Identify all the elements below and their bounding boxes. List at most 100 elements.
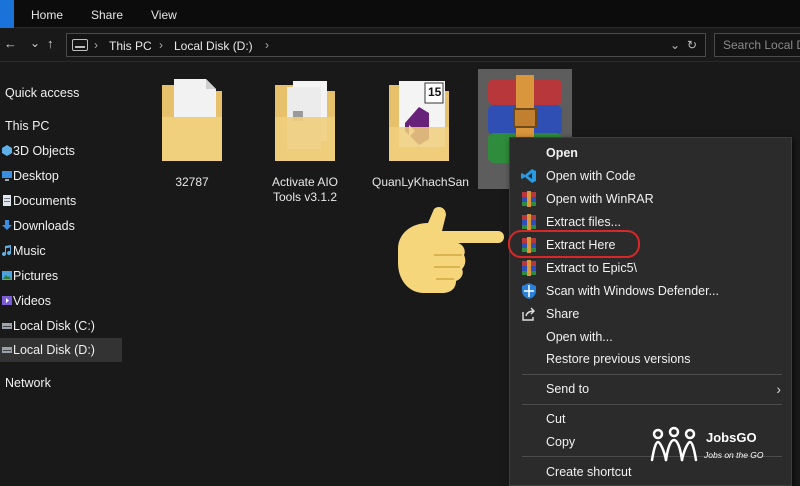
downloads-icon (2, 220, 12, 230)
sidebar-item-label: Videos (13, 294, 51, 308)
sidebar-item-label: Music (13, 244, 46, 258)
breadcrumb-local-disk-d[interactable]: Local Disk (D:) (174, 39, 253, 53)
sidebar-item-local-disk-c[interactable]: Local Disk (C:) (0, 314, 122, 338)
tab-share[interactable]: Share (91, 8, 123, 22)
brand-tagline: Jobs on the GO (704, 450, 764, 460)
menu-item-label: Create shortcut (546, 465, 632, 479)
menu-separator (522, 404, 782, 405)
address-bar[interactable]: › This PC › Local Disk (D:) › ⌄ ↻ (66, 33, 706, 57)
file-name: 32787 (175, 175, 209, 189)
navigation-bar: ← ⌄ ↑ › This PC › Local Disk (D:) › ⌄ ↻ (0, 28, 800, 62)
desktop-icon (2, 171, 12, 181)
menu-item-label: Copy (546, 435, 576, 449)
tab-home[interactable]: Home (31, 8, 63, 22)
address-dropdown-icon[interactable]: ⌄ (670, 38, 680, 52)
winrar-icon (522, 214, 536, 230)
sidebar-item-videos[interactable]: Videos (0, 289, 122, 313)
menu-item-label: Share (546, 307, 580, 321)
recent-locations-chevron-icon[interactable]: ⌄ (30, 36, 40, 50)
menu-item-share[interactable]: Share (510, 303, 791, 325)
menu-item-label: Restore previous versions (546, 352, 691, 366)
file-item-activate-aio-tools[interactable]: Activate AIO Tools v3.1.2 (258, 67, 352, 217)
visual-studio-folder-icon (389, 81, 449, 161)
navigation-pane: Quick access This PC 3D Objects Desktop … (0, 63, 122, 486)
videos-icon (2, 296, 12, 305)
jobsgo-watermark: JobsGO Jobs on the GO (648, 426, 788, 466)
sidebar-item-pictures[interactable]: Pictures (0, 264, 122, 288)
jobsgo-logo-icon (650, 426, 698, 462)
sidebar-item-label: 3D Objects (13, 144, 75, 158)
up-arrow-icon[interactable]: ↑ (47, 37, 54, 51)
sidebar-item-quick-access[interactable]: Quick access (0, 81, 122, 105)
menu-item-label: Extract to Epic5\ (546, 261, 638, 275)
sidebar-item-music[interactable]: Music (0, 239, 122, 263)
tab-view[interactable]: View (151, 8, 177, 22)
back-arrow-icon[interactable]: ← (4, 37, 17, 51)
drive-icon (72, 39, 88, 51)
folder-icon (162, 79, 222, 161)
drive-icon (2, 323, 12, 329)
menu-item-open[interactable]: Open (510, 142, 791, 164)
sidebar-item-documents[interactable]: Documents (0, 189, 122, 213)
menu-item-extract-here[interactable]: Extract Here (510, 234, 791, 256)
menu-item-restore-previous-versions[interactable]: Restore previous versions (510, 348, 791, 370)
drive-icon (2, 347, 12, 353)
menu-separator (522, 374, 782, 375)
brand-name: JobsGO (706, 430, 757, 445)
breadcrumb-this-pc[interactable]: This PC (109, 39, 152, 53)
sidebar-item-label: Network (5, 376, 51, 390)
chevron-right-icon: › (776, 381, 781, 397)
documents-icon (3, 195, 11, 206)
search-box[interactable] (714, 33, 800, 57)
menu-item-open-with-winrar[interactable]: Open with WinRAR (510, 188, 791, 210)
sidebar-item-network[interactable]: Network (0, 371, 122, 395)
sidebar-item-downloads[interactable]: Downloads (0, 214, 122, 238)
sidebar-item-3d-objects[interactable]: 3D Objects (0, 139, 122, 163)
menu-item-label: Send to (546, 382, 590, 396)
menu-item-scan-with-windows-defender[interactable]: Scan with Windows Defender... (510, 280, 791, 302)
menu-item-send-to[interactable]: Send to › (510, 378, 791, 400)
winrar-icon (522, 260, 536, 276)
search-input[interactable] (723, 38, 800, 52)
menu-item-extract-files[interactable]: Extract files... (510, 211, 791, 233)
sidebar-item-this-pc[interactable]: This PC (0, 114, 122, 138)
file-name: Activate AIO Tools v3.1.2 (271, 175, 339, 204)
refresh-icon[interactable]: ↻ (687, 38, 697, 52)
menu-item-label: Scan with Windows Defender... (546, 284, 719, 298)
sidebar-item-label: Downloads (13, 219, 75, 233)
menu-item-label: Open with Code (546, 169, 636, 183)
menu-item-label: Open (546, 146, 578, 160)
sidebar-item-label: This PC (5, 119, 50, 133)
menu-item-label: Open with... (546, 330, 613, 344)
ribbon: Home Share View (0, 0, 800, 28)
sidebar-item-label: Documents (13, 194, 77, 208)
sidebar-item-label: Local Disk (C:) (13, 319, 95, 333)
menu-item-label: Open with WinRAR (546, 192, 654, 206)
visual-studio-version-badge: 15 (428, 85, 442, 99)
sidebar-item-local-disk-d[interactable]: Local Disk (D:) (0, 338, 122, 362)
menu-item-open-with-code[interactable]: Open with Code (510, 165, 791, 187)
sidebar-item-label: Quick access (5, 86, 80, 100)
menu-item-label: Extract files... (546, 215, 622, 229)
sidebar-item-label: Local Disk (D:) (13, 343, 95, 357)
share-icon (522, 307, 535, 321)
file-item-quanlykhachsan[interactable]: 15 QuanLyKhachSan (372, 67, 469, 217)
pointing-hand-icon (398, 207, 504, 293)
file-name: QuanLyKhachSan (372, 175, 469, 189)
music-icon (2, 245, 12, 256)
folder-icon (275, 81, 335, 161)
menu-item-extract-to-epic5[interactable]: Extract to Epic5\ (510, 257, 791, 279)
vscode-icon (521, 169, 536, 183)
sidebar-item-label: Desktop (13, 169, 59, 183)
winrar-icon (522, 237, 536, 253)
menu-item-open-with[interactable]: Open with... (510, 326, 791, 348)
pictures-icon (2, 271, 12, 280)
menu-item-label: Cut (546, 412, 566, 426)
file-item-32787[interactable]: 32787 (145, 67, 239, 217)
sidebar-item-desktop[interactable]: Desktop (0, 164, 122, 188)
sidebar-item-label: Pictures (13, 269, 59, 283)
menu-item-label: Extract Here (546, 238, 616, 252)
winrar-icon (522, 191, 536, 207)
file-tab[interactable] (0, 0, 14, 28)
3d-objects-icon (2, 145, 12, 156)
